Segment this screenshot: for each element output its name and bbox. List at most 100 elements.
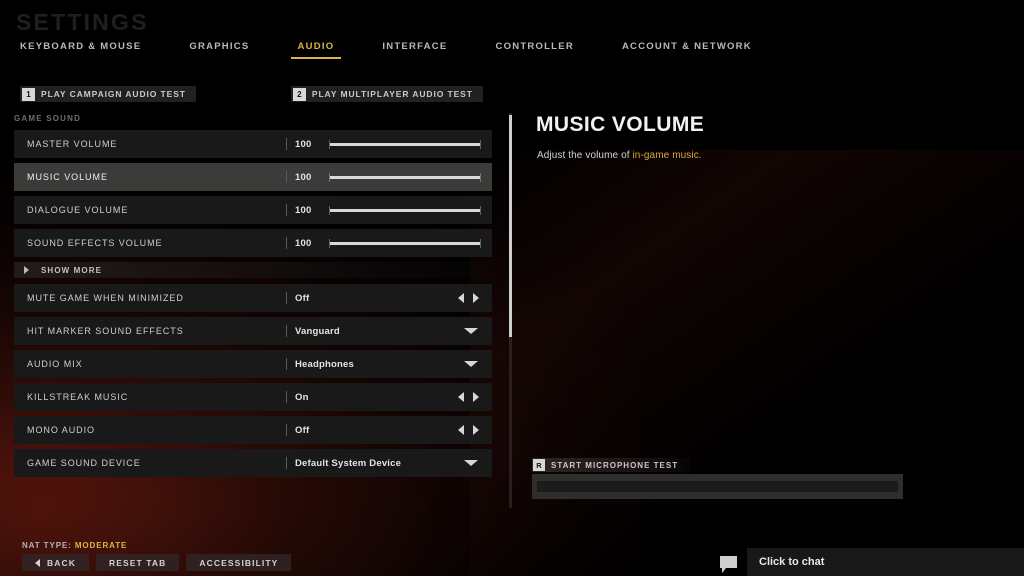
setting-row-dialogue-volume[interactable]: DIALOGUE VOLUME 100 [14,196,492,224]
arrow-left-icon[interactable] [458,293,464,303]
setting-row-sound-effects-volume[interactable]: SOUND EFFECTS VOLUME 100 [14,229,492,257]
setting-value: On [295,391,309,403]
keycap-r-icon: R [533,459,545,471]
volume-slider[interactable] [329,196,481,224]
setting-value: Default System Device [295,457,402,469]
footer-buttons: BACK RESET TAB ACCESSIBILITY [22,554,292,571]
detail-description-text: Adjust the volume of [537,150,633,161]
show-more-row[interactable]: SHOW MORE [14,262,492,278]
show-more-label: SHOW MORE [41,265,103,275]
arrow-left-icon[interactable] [458,392,464,402]
setting-row-mono-audio[interactable]: MONO AUDIO Off [14,416,492,444]
chevron-down-icon[interactable] [464,361,478,367]
slider-endcaps [329,139,481,149]
start-microphone-test-button[interactable]: R START MICROPHONE TEST [532,458,691,472]
setting-label: SOUND EFFECTS VOLUME [27,238,163,248]
settings-list: MASTER VOLUME 100 MUSIC VOLUME 100 DIALOGUE … [14,130,492,477]
arrow-right-icon[interactable] [473,392,479,402]
setting-label: AUDIO MIX [27,359,83,369]
footer-button-label: BACK [47,557,76,568]
value-stepper [458,392,479,402]
setting-value: Off [295,292,310,304]
setting-value: 100 [295,237,312,249]
setting-value-cell: Off [286,416,492,444]
settings-tabbar: KEYBOARD & MOUSE GRAPHICS AUDIO INTERFACE CO… [20,41,800,59]
slider-track[interactable] [329,238,481,248]
detail-panel-title: MUSIC VOLUME [536,113,705,136]
setting-label: MASTER VOLUME [27,139,118,149]
setting-value-cell: Off [286,284,492,312]
settings-list-viewport: MASTER VOLUME 100 MUSIC VOLUME 100 DIALOGUE … [14,130,504,506]
setting-row-audio-mix[interactable]: AUDIO MIX Headphones [14,350,492,378]
tab-audio[interactable]: AUDIO [290,41,342,59]
prompt-play-campaign-audio-test[interactable]: 1 PLAY CAMPAIGN AUDIO TEST [20,86,196,102]
detail-description-highlight: in-game music. [632,150,702,161]
accessibility-button[interactable]: ACCESSIBILITY [186,554,292,571]
tab-interface[interactable]: INTERFACE [382,41,447,59]
setting-value: 100 [295,204,312,216]
setting-label: MUSIC VOLUME [27,172,108,182]
setting-row-game-sound-device[interactable]: GAME SOUND DEVICE Default System Device [14,449,492,477]
prompt-play-multiplayer-audio-test[interactable]: 2 PLAY MULTIPLAYER AUDIO TEST [290,86,483,102]
chevron-right-icon [24,266,29,274]
setting-value-cell: Default System Device [286,449,492,477]
footer-button-label: ACCESSIBILITY [199,557,279,568]
back-button[interactable]: BACK [22,554,89,571]
setting-label: MONO AUDIO [27,425,96,435]
section-label-game-sound: GAME SOUND [14,114,82,123]
value-stepper [458,425,479,435]
slider-track[interactable] [329,139,481,149]
footer-button-label: RESET TAB [108,557,167,568]
slider-track[interactable] [329,172,481,182]
detail-panel-description: Adjust the volume of in-game music. [537,150,702,161]
setting-label: GAME SOUND DEVICE [27,458,141,468]
setting-row-master-volume[interactable]: MASTER VOLUME 100 [14,130,492,158]
slider-track[interactable] [329,205,481,215]
setting-row-music-volume[interactable]: MUSIC VOLUME 100 [14,163,492,191]
microphone-level-meter [532,474,903,499]
chevron-down-icon[interactable] [464,460,478,466]
nat-type-value: MODERATE [74,541,128,550]
reset-tab-button[interactable]: RESET TAB [95,554,180,571]
tab-keyboard-mouse[interactable]: KEYBOARD & MOUSE [20,41,141,59]
setting-value: 100 [295,171,312,183]
setting-label: MUTE GAME WHEN MINIMIZED [27,293,184,303]
volume-slider[interactable] [329,229,481,257]
value-stepper [458,293,479,303]
keycap-2-icon: 2 [292,87,306,101]
settings-scrollbar-thumb[interactable] [509,115,512,337]
settings-screen: SETTINGS KEYBOARD & MOUSE GRAPHICS AUDIO IN… [0,0,1024,576]
setting-value-cell: 100 [286,196,492,224]
arrow-right-icon[interactable] [473,425,479,435]
chat-input-placeholder[interactable]: Click to chat [747,548,1024,576]
setting-label: HIT MARKER SOUND EFFECTS [27,326,184,336]
microphone-level-meter-fill [537,481,898,492]
setting-value-cell: Headphones [286,350,492,378]
prompt-label: PLAY CAMPAIGN AUDIO TEST [41,89,186,99]
arrow-left-icon [35,558,40,567]
settings-scrollbar[interactable] [509,113,512,508]
setting-value-cell: 100 [286,130,492,158]
tab-controller[interactable]: CONTROLLER [495,41,573,59]
chat-bar[interactable]: Click to chat [714,548,1024,576]
setting-value-cell: 100 [286,229,492,257]
chevron-down-icon[interactable] [464,328,478,334]
setting-row-killstreak-music[interactable]: KILLSTREAK MUSIC On [14,383,492,411]
setting-value-cell: 100 [286,163,492,191]
page-title: SETTINGS [16,9,149,35]
tab-account-network[interactable]: ACCOUNT & NETWORK [622,41,752,59]
volume-slider[interactable] [329,130,481,158]
slider-endcaps [329,205,481,215]
setting-row-mute-game-when-minimized[interactable]: MUTE GAME WHEN MINIMIZED Off [14,284,492,312]
arrow-left-icon[interactable] [458,425,464,435]
arrow-right-icon[interactable] [473,293,479,303]
nat-type-status: NAT TYPE: MODERATE [22,541,127,550]
setting-label: KILLSTREAK MUSIC [27,392,129,402]
volume-slider[interactable] [329,163,481,191]
background-diagonal [470,150,1024,576]
prompt-label: PLAY MULTIPLAYER AUDIO TEST [311,89,473,99]
keycap-1-icon: 1 [22,87,35,101]
setting-label: DIALOGUE VOLUME [27,205,129,215]
tab-graphics[interactable]: GRAPHICS [189,41,249,59]
setting-row-hit-marker-sound-effects[interactable]: HIT MARKER SOUND EFFECTS Vanguard [14,317,492,345]
